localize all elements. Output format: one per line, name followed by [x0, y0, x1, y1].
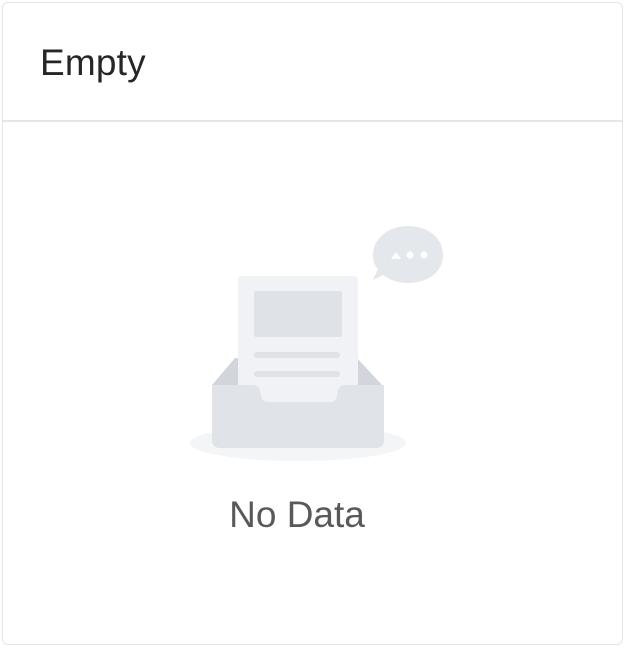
empty-description: No Data [229, 494, 365, 535]
empty-inbox-icon [190, 226, 443, 461]
speech-bubble-icon [373, 226, 443, 283]
empty-card: Empty No Data [2, 2, 623, 645]
card-header: Empty [3, 3, 622, 122]
card-title: Empty [40, 42, 146, 83]
